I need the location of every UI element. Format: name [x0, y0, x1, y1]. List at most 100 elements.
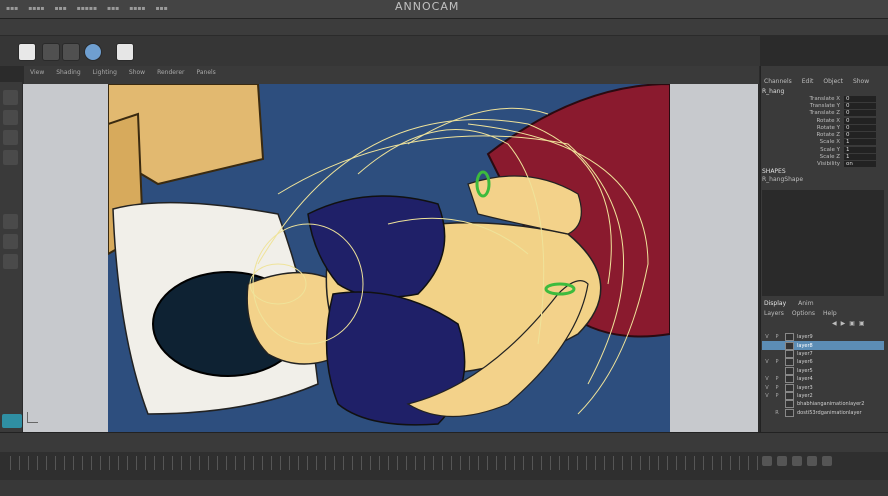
- panel-menu-item[interactable]: Panels: [196, 69, 215, 76]
- menu-item[interactable]: ▪▪▪: [107, 5, 119, 12]
- panel-menu-item[interactable]: Lighting: [93, 69, 117, 76]
- range-slider[interactable]: [0, 432, 888, 453]
- panel-menu-item[interactable]: View: [30, 69, 44, 76]
- menu-item[interactable]: ▪▪▪: [155, 5, 167, 12]
- playback-toggle[interactable]: R: [772, 410, 782, 416]
- attribute-row[interactable]: Scale Z 1: [760, 153, 884, 161]
- menu-item[interactable]: ▪▪▪▪▪: [77, 5, 97, 12]
- attribute-row[interactable]: Scale Y 1: [760, 146, 884, 153]
- layer-row[interactable]: layer7: [762, 349, 884, 358]
- layer-color-swatch[interactable]: [785, 375, 794, 384]
- rotate-icon[interactable]: [3, 130, 18, 145]
- menu-item[interactable]: ▪▪▪: [54, 5, 66, 12]
- new-layer-icon[interactable]: ▣: [849, 320, 855, 327]
- layer-row[interactable]: V Player9: [762, 333, 884, 342]
- layer-color-swatch[interactable]: [785, 358, 794, 367]
- attribute-row[interactable]: Rotate Y 0: [760, 124, 884, 131]
- visibility-toggle[interactable]: V: [762, 334, 772, 340]
- tab-display[interactable]: Display: [764, 300, 786, 307]
- layer-row[interactable]: V Player4: [762, 375, 884, 384]
- layer-name[interactable]: layer3: [797, 385, 813, 391]
- command-line[interactable]: [0, 480, 888, 496]
- menu-item[interactable]: ▪▪▪▪: [129, 5, 145, 12]
- layer-color-swatch[interactable]: [785, 366, 794, 375]
- layer-row[interactable]: bhabhianganimationlayer2: [762, 400, 884, 409]
- layout-icon[interactable]: [3, 254, 18, 269]
- layer-name[interactable]: layer2: [797, 393, 813, 399]
- attribute-value[interactable]: 1: [844, 139, 876, 146]
- attribute-value[interactable]: 0: [844, 132, 876, 139]
- channel-box-menu-item[interactable]: Edit: [802, 78, 814, 85]
- layer-name[interactable]: layer5: [797, 368, 813, 374]
- step-back-icon[interactable]: [777, 456, 787, 466]
- attribute-row[interactable]: Scale X 1: [760, 139, 884, 146]
- attribute-value[interactable]: 0: [844, 110, 876, 117]
- layer-name[interactable]: layer7: [797, 351, 813, 357]
- attribute-value[interactable]: 0: [844, 95, 876, 102]
- layer-color-swatch[interactable]: [785, 408, 794, 417]
- layer-menu-item[interactable]: Options: [792, 310, 815, 317]
- channel-box-menu-item[interactable]: Show: [853, 78, 869, 85]
- shelf-tool-button[interactable]: [116, 43, 134, 61]
- layer-color-swatch[interactable]: [785, 400, 794, 409]
- step-forward-icon[interactable]: [807, 456, 817, 466]
- go-to-end-icon[interactable]: [822, 456, 832, 466]
- layer-row[interactable]: V Player6: [762, 358, 884, 367]
- play-icon[interactable]: [792, 456, 802, 466]
- panel-menu-item[interactable]: Shading: [56, 69, 80, 76]
- layer-color-swatch[interactable]: [785, 349, 794, 358]
- layer-color-swatch[interactable]: [785, 391, 794, 400]
- attribute-row[interactable]: Translate X0: [760, 95, 884, 102]
- layer-menu-item[interactable]: Help: [823, 310, 837, 317]
- visibility-toggle[interactable]: V: [762, 393, 772, 399]
- layer-color-swatch[interactable]: [785, 383, 794, 392]
- attribute-value[interactable]: 1: [844, 146, 876, 153]
- visibility-toggle[interactable]: V: [762, 385, 772, 391]
- playback-toggle[interactable]: P: [772, 376, 782, 382]
- layer-name[interactable]: layer8: [797, 343, 813, 349]
- object-name[interactable]: R_hang: [762, 88, 784, 95]
- viewport-3d[interactable]: camera1: [23, 84, 758, 432]
- scale-icon[interactable]: [3, 150, 18, 165]
- select-tool-button[interactable]: [18, 43, 36, 61]
- layer-row[interactable]: layer8: [762, 341, 884, 350]
- attribute-value[interactable]: on: [844, 161, 876, 168]
- layer-name[interactable]: bhabhianganimationlayer2: [797, 401, 864, 407]
- layer-name[interactable]: layer6: [797, 359, 813, 365]
- paint-tool-button[interactable]: [62, 43, 80, 61]
- layer-row[interactable]: layer5: [762, 366, 884, 375]
- attribute-row[interactable]: Visibility on: [760, 161, 884, 168]
- layer-name[interactable]: layer9: [797, 334, 813, 340]
- attribute-value[interactable]: 0: [844, 117, 876, 124]
- layer-menu-item[interactable]: Layers: [764, 310, 784, 317]
- layout-shortcut-icon[interactable]: [2, 414, 22, 428]
- shape-name[interactable]: R_hangShape: [762, 176, 803, 183]
- layout-icon[interactable]: [3, 234, 18, 249]
- prev-layer-icon[interactable]: ◀: [832, 320, 837, 327]
- panel-menu-item[interactable]: Show: [129, 69, 145, 76]
- layer-row[interactable]: V Player2: [762, 391, 884, 400]
- playback-toggle[interactable]: P: [772, 334, 782, 340]
- new-selected-layer-icon[interactable]: ▣: [859, 320, 865, 327]
- next-layer-icon[interactable]: ▶: [841, 320, 846, 327]
- playback-toggle[interactable]: P: [772, 393, 782, 399]
- layer-color-swatch[interactable]: [785, 333, 794, 342]
- go-to-start-icon[interactable]: [762, 456, 772, 466]
- attribute-row[interactable]: Rotate Z 0: [760, 131, 884, 139]
- playback-toggle[interactable]: P: [772, 385, 782, 391]
- layout-icon[interactable]: [3, 214, 18, 229]
- sphere-icon[interactable]: [84, 43, 102, 61]
- channel-box-menu-item[interactable]: Channels: [764, 78, 792, 85]
- attribute-value[interactable]: 0: [844, 102, 876, 109]
- playback-toggle[interactable]: P: [772, 359, 782, 365]
- menu-item[interactable]: ▪▪▪: [6, 5, 18, 12]
- move-icon[interactable]: [3, 110, 18, 125]
- tab-anim[interactable]: Anim: [798, 300, 813, 307]
- visibility-toggle[interactable]: V: [762, 376, 772, 382]
- menu-item[interactable]: ▪▪▪▪: [28, 5, 44, 12]
- attribute-row[interactable]: Translate Y 0: [760, 102, 884, 109]
- attribute-value[interactable]: 1: [844, 154, 876, 161]
- layer-name[interactable]: dosti53rdganimationlayer: [797, 410, 862, 416]
- layer-row[interactable]: V Player3: [762, 383, 884, 392]
- visibility-toggle[interactable]: V: [762, 359, 772, 365]
